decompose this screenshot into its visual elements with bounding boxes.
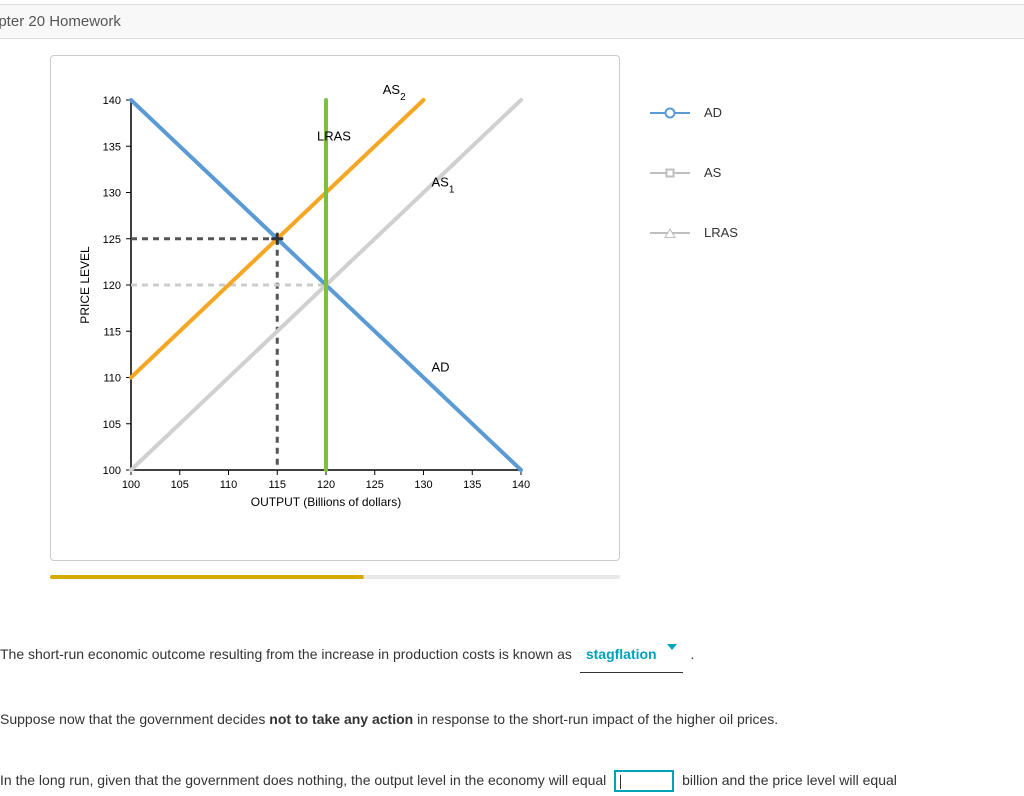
svg-text:AS2: AS2 — [383, 82, 406, 103]
svg-text:100: 100 — [122, 479, 140, 491]
legend-as[interactable]: AS — [650, 165, 738, 180]
svg-text:135: 135 — [103, 141, 121, 153]
question-line-1: The short-run economic outcome resulting… — [0, 639, 1024, 673]
svg-text:120: 120 — [317, 479, 335, 491]
legend-ad[interactable]: AD — [650, 105, 738, 120]
svg-text:105: 105 — [103, 419, 121, 431]
svg-text:135: 135 — [463, 479, 481, 491]
question-line-3: In the long run, given that the governme… — [0, 765, 1024, 796]
page-title: apter 20 Homework — [0, 13, 121, 30]
svg-text:130: 130 — [103, 188, 121, 200]
svg-text:100: 100 — [103, 465, 121, 477]
page-header: apter 20 Homework — [0, 4, 1024, 39]
chart-legend: AD AS LRAS — [650, 55, 738, 561]
svg-text:130: 130 — [414, 479, 432, 491]
svg-text:125: 125 — [103, 234, 121, 246]
svg-text:OUTPUT (Billions of dollars): OUTPUT (Billions of dollars) — [251, 495, 401, 509]
question-line-2: Suppose now that the government decides … — [0, 704, 1024, 735]
svg-text:AD: AD — [432, 360, 450, 375]
economics-chart[interactable]: 100 105 110 115 120 125 130 135 140 100 105 110 115 1… — [61, 70, 601, 530]
svg-text:110: 110 — [103, 373, 121, 385]
svg-text:AS1: AS1 — [432, 175, 455, 196]
stagflation-dropdown[interactable]: stagflation — [580, 639, 683, 673]
legend-lras-label: LRAS — [704, 225, 738, 240]
svg-text:105: 105 — [171, 479, 189, 491]
legend-as-label: AS — [704, 165, 721, 180]
legend-lras[interactable]: LRAS — [650, 225, 738, 240]
svg-text:115: 115 — [103, 326, 121, 338]
svg-text:140: 140 — [103, 95, 121, 107]
svg-text:LRAS: LRAS — [317, 128, 351, 143]
svg-text:115: 115 — [268, 479, 286, 491]
chart-container: 100 105 110 115 120 125 130 135 140 100 105 110 115 1… — [50, 55, 620, 561]
svg-text:PRICE LEVEL: PRICE LEVEL — [78, 246, 92, 324]
legend-ad-label: AD — [704, 105, 722, 120]
svg-text:120: 120 — [103, 280, 121, 292]
svg-text:125: 125 — [366, 479, 384, 491]
svg-text:110: 110 — [220, 479, 238, 491]
svg-text:140: 140 — [512, 479, 530, 491]
output-input[interactable] — [614, 770, 674, 792]
progress-divider — [50, 575, 620, 579]
